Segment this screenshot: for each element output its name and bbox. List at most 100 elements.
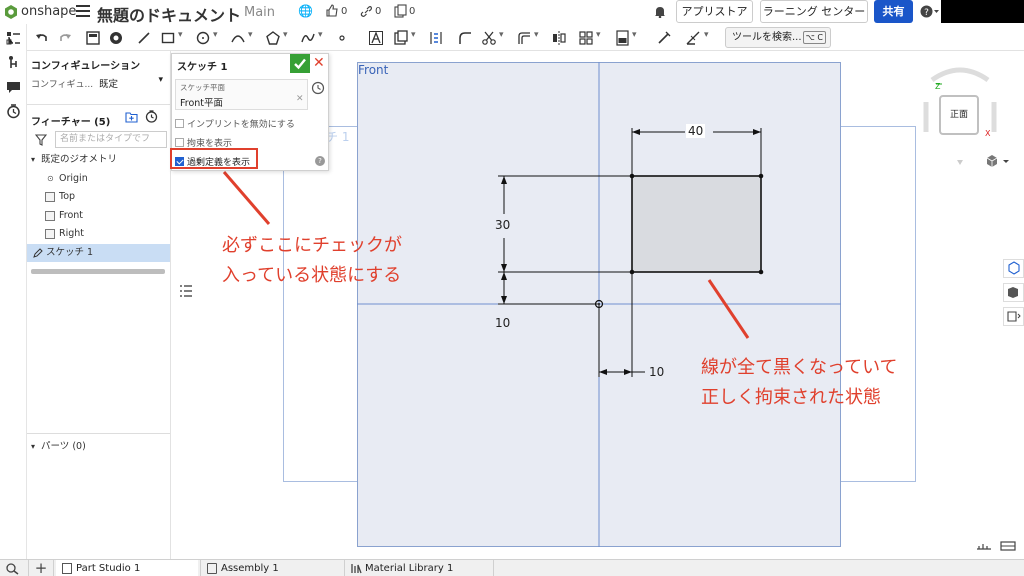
insert-dropdown-icon[interactable]: ▾ — [411, 30, 416, 40]
insert-image-icon[interactable] — [393, 30, 409, 46]
spline-dropdown-icon[interactable]: ▾ — [318, 30, 323, 40]
tab-material-library[interactable]: Material Library 1 — [344, 560, 494, 576]
offset-tool-icon[interactable] — [516, 30, 532, 46]
globe-icon[interactable]: 🌐 — [298, 4, 313, 18]
document-title[interactable]: 無題のドキュメント — [97, 2, 241, 26]
offset-dropdown-icon[interactable]: ▾ — [534, 30, 539, 40]
polygon-tool-icon[interactable] — [265, 30, 281, 46]
arc-dropdown-icon[interactable]: ▾ — [248, 30, 253, 40]
parts-group[interactable]: ▾ パーツ (0) — [27, 438, 170, 456]
mirror-tool-icon[interactable] — [551, 30, 567, 46]
constraint-dropdown-icon[interactable]: ▾ — [704, 30, 709, 40]
clear-selection-icon[interactable]: ✕ — [296, 94, 304, 104]
sketch-dialog-title: スケッチ 1 — [177, 62, 228, 73]
checkbox[interactable] — [175, 119, 184, 128]
onshape-logo-icon[interactable] — [4, 4, 18, 20]
sketch-plane-field[interactable]: スケッチ平面 Front平面 ✕ — [175, 79, 308, 110]
tree-item-sketch-1[interactable]: スケッチ 1 — [27, 244, 170, 262]
tree-item-origin[interactable]: ⊙ Origin — [27, 170, 170, 188]
chevron-down-icon: ▾ — [31, 155, 36, 164]
filter-icon[interactable] — [35, 134, 47, 146]
front-plane[interactable] — [357, 62, 841, 547]
copy-icon[interactable] — [394, 4, 407, 18]
appearance-panel-button[interactable] — [1003, 259, 1024, 278]
arc-tool-icon[interactable] — [230, 30, 246, 46]
feature-list-scrollbar[interactable] — [31, 269, 165, 274]
circle-dropdown-icon[interactable]: ▾ — [213, 30, 218, 40]
toggle-feature-list-icon[interactable] — [178, 283, 194, 301]
rollback-timer-icon[interactable] — [145, 110, 158, 123]
feature-filter-input[interactable]: 名前またはタイプでフ — [55, 131, 167, 148]
tree-item-right[interactable]: Right — [27, 225, 170, 243]
app-store-button[interactable]: アプリストア — [676, 0, 753, 23]
trim-tool-icon[interactable] — [481, 30, 497, 46]
dimension-width-label[interactable]: 40 — [686, 124, 706, 138]
x-axis-label: X — [985, 129, 991, 138]
origin-icon: ⊙ — [47, 174, 54, 183]
add-folder-icon[interactable] — [125, 111, 138, 123]
insert-part-icon[interactable] — [6, 55, 21, 70]
text-tool-icon[interactable] — [368, 30, 384, 46]
menu-icon[interactable] — [76, 5, 90, 18]
pattern-dropdown-icon[interactable]: ▾ — [596, 30, 601, 40]
tab-part-studio[interactable]: Part Studio 1 — [56, 560, 198, 576]
measure-icon — [1007, 311, 1021, 322]
feature-list-icon[interactable] — [85, 30, 101, 46]
spline-tool-icon[interactable] — [300, 30, 316, 46]
history-clock-icon[interactable] — [311, 81, 325, 95]
dxf-dropdown-icon[interactable]: ▾ — [632, 30, 637, 40]
history-icon[interactable] — [6, 104, 21, 119]
render-panel-button[interactable] — [1003, 283, 1024, 302]
circle-tool-icon[interactable] — [195, 30, 211, 46]
configuration-select[interactable]: 既定 ▾ — [97, 73, 167, 91]
rectangle-tool-icon[interactable] — [160, 30, 176, 46]
fillet-tool-icon[interactable] — [457, 30, 473, 46]
help-icon[interactable]: ? — [920, 5, 940, 18]
cancel-close-icon[interactable]: ✕ — [313, 55, 325, 71]
dimension-tool-icon[interactable] — [656, 30, 672, 46]
mass-properties-button[interactable] — [1003, 307, 1024, 326]
configuration-title: コンフィギュレーション — [31, 61, 141, 72]
feature-tree-icon[interactable] — [6, 31, 21, 46]
construction-icon[interactable] — [428, 30, 444, 46]
units-icon[interactable] — [976, 540, 992, 552]
accept-button[interactable] — [290, 54, 310, 73]
tab-assembly[interactable]: Assembly 1 — [200, 560, 342, 576]
view-options-icon[interactable] — [985, 154, 1011, 168]
redo-icon[interactable] — [57, 30, 73, 46]
dimension-height-label[interactable]: 30 — [495, 218, 510, 232]
undo-icon[interactable] — [34, 30, 50, 46]
add-tab-button[interactable]: + — [28, 560, 54, 576]
share-button[interactable]: 共有 — [874, 0, 913, 23]
pattern-tool-icon[interactable] — [578, 30, 594, 46]
line-tool-icon[interactable] — [136, 30, 152, 46]
dimension-vertical-offset-label[interactable]: 10 — [495, 316, 510, 330]
rectangle-dropdown-icon[interactable]: ▾ — [178, 30, 183, 40]
comments-icon[interactable] — [6, 80, 21, 95]
sketch-icon — [33, 248, 43, 258]
tree-item-label: Front — [59, 210, 84, 221]
dxf-import-icon[interactable] — [615, 30, 631, 46]
help-icon[interactable]: ? — [315, 156, 325, 166]
like-icon[interactable] — [325, 4, 338, 17]
variable-icon[interactable] — [108, 30, 124, 46]
dimension-horizontal-offset-label[interactable]: 10 — [649, 365, 664, 379]
constraint-tool-icon[interactable] — [685, 30, 701, 46]
notification-bell-icon[interactable] — [654, 5, 666, 18]
polygon-dropdown-icon[interactable]: ▾ — [283, 30, 288, 40]
copy-count: 0 — [409, 6, 416, 17]
trim-dropdown-icon[interactable]: ▾ — [499, 30, 504, 40]
default-geometry-group[interactable]: ▾ 既定のジオメトリ — [27, 151, 170, 169]
view-cube-face[interactable]: 正面 — [939, 95, 979, 135]
tree-item-front[interactable]: Front — [27, 207, 170, 225]
link-icon[interactable] — [360, 5, 373, 18]
tree-item-top[interactable]: Top — [27, 188, 170, 206]
search-tools-input[interactable]: ツールを検索... ⌥ C — [725, 27, 831, 48]
learning-center-button[interactable]: ラーニング センター — [760, 0, 868, 23]
point-tool-icon[interactable] — [334, 30, 350, 46]
option-disable-imprint[interactable]: インプリントを無効にする — [175, 117, 295, 130]
search-tabs-icon[interactable] — [5, 562, 19, 575]
branch-name[interactable]: Main — [244, 5, 275, 20]
checkbox[interactable] — [175, 138, 184, 147]
display-mode-icon[interactable] — [1000, 540, 1016, 552]
